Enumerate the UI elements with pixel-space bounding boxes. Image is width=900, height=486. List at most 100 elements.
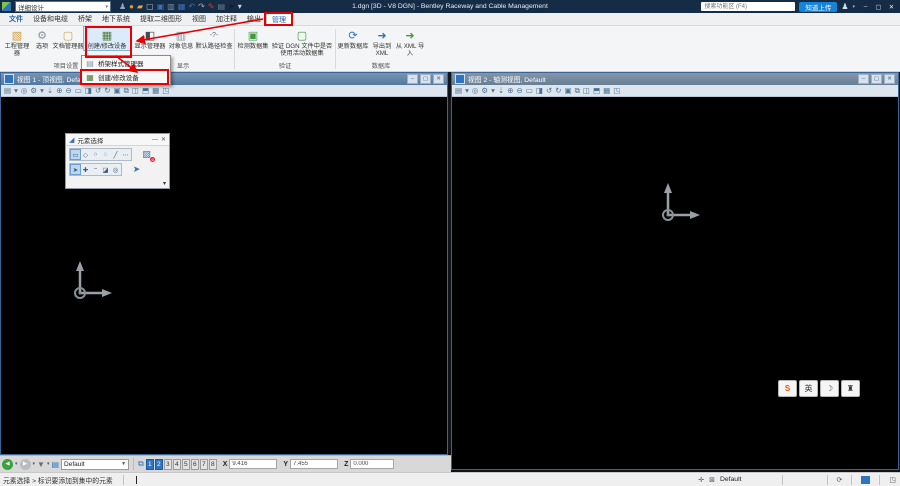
menu-item[interactable]: ▦创建/修改设备	[82, 70, 170, 84]
ribbon-button[interactable]: ➜从 XML 导入	[395, 27, 425, 57]
sogou-logo-icon[interactable]: S	[778, 380, 797, 397]
view-toolbar-icon[interactable]: ⊕	[507, 86, 513, 95]
ribbon-button[interactable]: ▧工程管理器	[2, 27, 32, 57]
model-cache-icon[interactable]: ▼	[37, 460, 45, 469]
view-toolbar-icon[interactable]: ▾	[40, 86, 44, 95]
tab-item-2[interactable]: 桥架	[73, 13, 97, 25]
forward-icon[interactable]: ▶	[20, 459, 31, 470]
select-all-icon[interactable]: ◎	[111, 165, 120, 174]
x-coordinate-input[interactable]	[229, 459, 277, 469]
view-minimize-button[interactable]: –	[858, 74, 869, 84]
tab-item-6[interactable]: 加注释	[211, 13, 242, 25]
view-toggle-1[interactable]: 1	[146, 459, 154, 470]
qat-more-icon[interactable]: ▾	[238, 1, 242, 12]
ime-skin-icon[interactable]: ♜	[841, 380, 860, 397]
view2-canvas[interactable]: S英☽♜	[452, 97, 898, 469]
view-toolbar-icon[interactable]: ⬒	[593, 86, 600, 95]
view-toolbar-icon[interactable]: ▣	[565, 86, 572, 95]
view-toolbar-icon[interactable]: ▤	[455, 86, 462, 95]
select-points-icon[interactable]: ⋯	[121, 150, 130, 159]
select-circle-icon[interactable]: ○	[91, 150, 100, 159]
dialog-close-icon[interactable]: ✕	[161, 136, 166, 143]
view-toolbar-icon[interactable]: ⧉	[575, 86, 580, 96]
chevron-down-icon[interactable]: ▾	[33, 461, 36, 467]
view-toolbar-icon[interactable]: ⬒	[142, 86, 149, 95]
select-subtract-icon[interactable]: −	[91, 165, 100, 174]
view-toggle-2[interactable]: 2	[155, 459, 163, 470]
ribbon-button[interactable]: -?-默认路径检查	[195, 27, 233, 50]
maximize-button[interactable]: ▢	[872, 3, 885, 11]
select-new-icon[interactable]: ➤	[71, 165, 80, 174]
view-close-button[interactable]: ✕	[884, 74, 895, 84]
copy-icon[interactable]: ▥	[167, 1, 175, 12]
save-icon[interactable]: ▣	[157, 1, 165, 12]
save-settings-icon[interactable]: ▦	[178, 1, 186, 12]
view-restore-button[interactable]: ▢	[420, 74, 431, 84]
view-toggle-6[interactable]: 6	[191, 459, 199, 470]
ribbon-button[interactable]: ▢验证 DGN 文件中是否使用活动数据集	[270, 27, 334, 57]
sync-icon[interactable]: ⟳	[837, 476, 843, 484]
dialog-minimize-icon[interactable]: —	[152, 137, 158, 143]
view-toolbar-icon[interactable]: ◨	[85, 86, 92, 95]
element-selection-titlebar[interactable]: ◢ 元素选择 — ✕	[66, 134, 169, 146]
view-toggle-8[interactable]: 8	[209, 459, 217, 470]
back-icon[interactable]: ◀	[2, 459, 13, 470]
tab-item-4[interactable]: 提取二维图形	[135, 13, 187, 25]
lock-icon[interactable]: ⊠	[709, 476, 715, 484]
view-toolbar-icon[interactable]: ⚙	[30, 86, 37, 95]
view-toolbar-icon[interactable]: ▾	[465, 86, 469, 95]
signin-button[interactable]: 知道上传	[799, 2, 837, 12]
dialog-expand-icon[interactable]: ▾	[163, 180, 166, 187]
user-icon[interactable]: ♟	[841, 2, 848, 11]
view-toolbar-icon[interactable]: ◫	[132, 86, 139, 95]
view-toolbar-icon[interactable]: ◎	[21, 86, 28, 95]
y-coordinate-input[interactable]	[290, 459, 338, 469]
ribbon-button[interactable]: ⚙选项	[32, 27, 52, 50]
folder-icon[interactable]: ▰	[137, 1, 143, 12]
select-all-button[interactable]: ➤	[130, 164, 143, 175]
view-toolbar-icon[interactable]: ▭	[75, 86, 82, 95]
view-minimize-button[interactable]: –	[407, 74, 418, 84]
z-coordinate-input[interactable]	[350, 459, 394, 469]
view-toggle-4[interactable]: 4	[173, 459, 181, 470]
menu-item[interactable]: ▤桥架样式管理器	[82, 56, 170, 70]
tab-item-7[interactable]: 输出	[242, 13, 266, 25]
view-toolbar-icon[interactable]: ⊕	[56, 86, 62, 95]
tab-file[interactable]: 文件	[4, 13, 28, 25]
window-list-icon[interactable]: ◳	[889, 476, 896, 484]
view-close-button[interactable]: ✕	[433, 74, 444, 84]
chevron-down-icon[interactable]: ▾	[15, 461, 18, 467]
element-selection-icon[interactable]: ➤	[228, 1, 235, 12]
ime-lang-icon[interactable]: 英	[799, 380, 818, 397]
view-toggle-3[interactable]: 3	[164, 459, 172, 470]
ribbon-button[interactable]: ▥对象信息	[167, 27, 195, 50]
select-line-icon[interactable]: ╱	[111, 150, 120, 159]
ribbon-button[interactable]: ⟳更新数据库	[337, 27, 369, 50]
tab-item-5[interactable]: 视图	[187, 13, 211, 25]
select-lasso-icon[interactable]: ◌	[101, 150, 110, 159]
view-toolbar-icon[interactable]: ▾	[14, 86, 18, 95]
select-invert-icon[interactable]: ◪	[101, 165, 110, 174]
connect-icon[interactable]: ●	[129, 1, 134, 12]
snap-mode-icon[interactable]: ✛	[698, 476, 704, 484]
view-toolbar-icon[interactable]: ↻	[104, 86, 110, 95]
ribbon-button[interactable]: ▦创建/修改设备	[84, 27, 130, 50]
tab-item-8[interactable]: 管理	[266, 13, 292, 25]
tab-item-3[interactable]: 地下系统	[97, 13, 135, 25]
view-toolbar-icon[interactable]: ⧉	[124, 86, 129, 96]
chevron-down-icon[interactable]: ▾	[47, 461, 50, 467]
selection-set-indicator[interactable]	[861, 476, 870, 484]
view1-title-bar[interactable]: 视图 1 - 顶视图, Default –▢✕	[1, 73, 447, 85]
clear-selection-button[interactable]: ▨⊘	[140, 149, 153, 160]
view-toolbar-icon[interactable]: ↺	[95, 86, 101, 95]
view-toolbar-icon[interactable]: ◳	[162, 86, 169, 95]
tab-item-1[interactable]: 设备和电缆	[28, 13, 73, 25]
view-toolbar-icon[interactable]: ◳	[613, 86, 620, 95]
view-toolbar-icon[interactable]: ◎	[472, 86, 479, 95]
minimize-button[interactable]: –	[859, 3, 872, 11]
close-button[interactable]: ✕	[885, 3, 898, 11]
ribbon-button[interactable]: ◧显示管理器	[133, 27, 167, 50]
select-add-icon[interactable]: ✚	[81, 165, 90, 174]
ime-halfwidth-moon-icon[interactable]: ☽	[820, 380, 839, 397]
view-toolbar-icon[interactable]: ⚙	[481, 86, 488, 95]
